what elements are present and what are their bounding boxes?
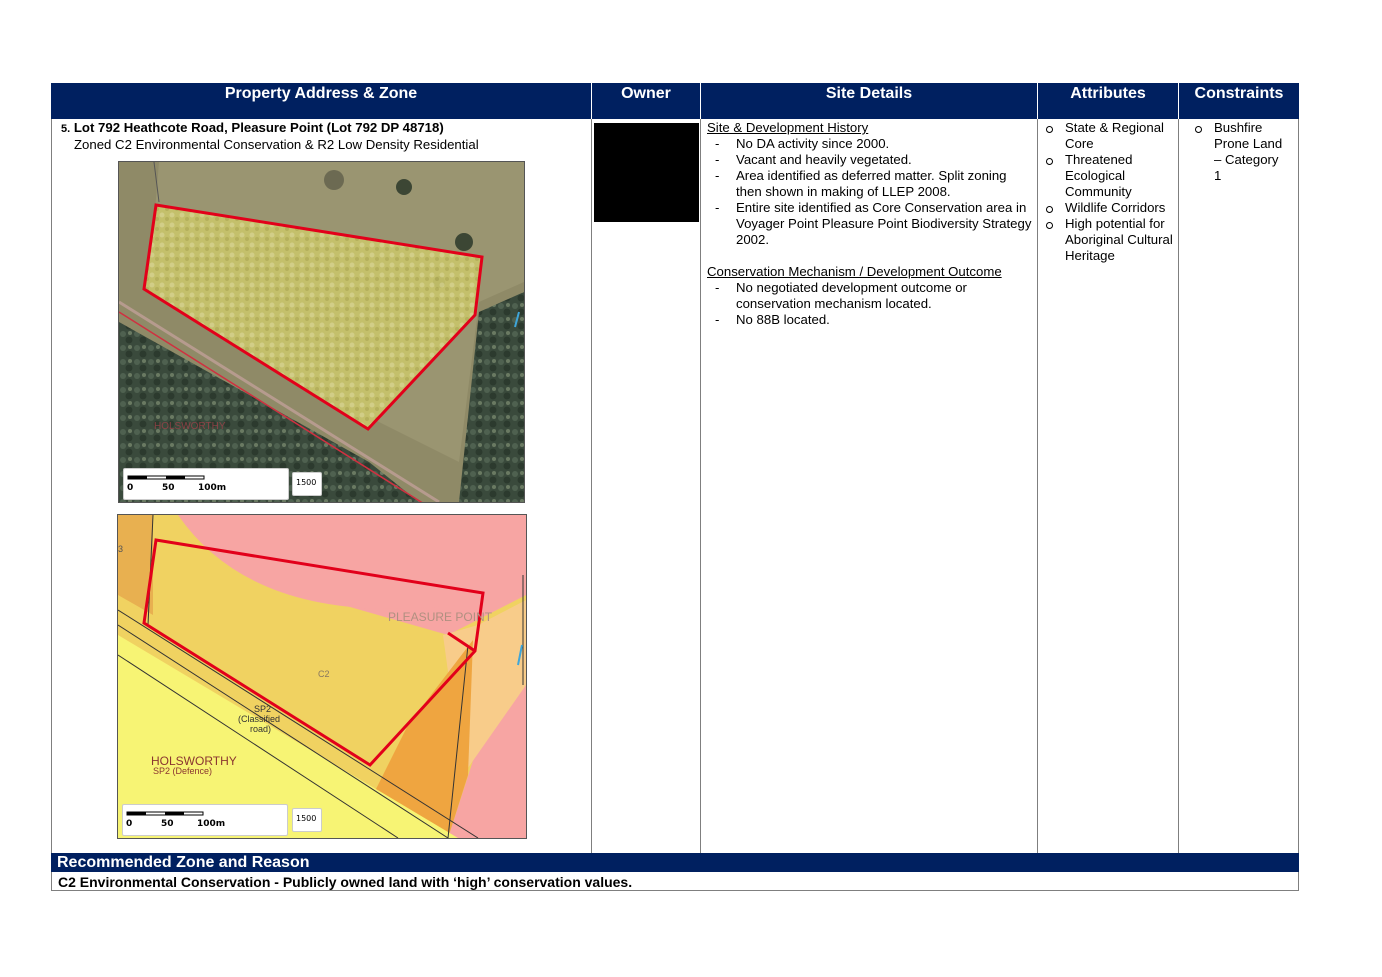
scale-end: 100m (197, 819, 226, 829)
header-owner: Owner (592, 83, 700, 119)
site-details-cell: Site & Development History No DA activit… (707, 120, 1033, 328)
scale-zero: 0 (127, 483, 134, 493)
aerial-map: HOLSWORTHY 0 50 100m 1500 (118, 161, 525, 503)
zoning-map: 3 PLEASURE POINT C2 SP2 (Classified road… (117, 514, 527, 839)
scale-end: 100m (198, 483, 227, 493)
property-title: 5. Lot 792 Heathcote Road, Pleasure Poin… (61, 120, 586, 137)
scale-bar: 0 50 100m (122, 804, 288, 836)
constraints-cell: Bushfire Prone Land – Category 1 (1192, 120, 1288, 184)
column-divider (591, 119, 592, 853)
column-divider (1037, 119, 1038, 853)
list-item: No 88B located. (707, 312, 1033, 328)
zoning-road-label-1: SP2 (254, 704, 271, 714)
recommendation-heading: Recommended Zone and Reason (51, 853, 1299, 872)
column-divider (1178, 119, 1179, 853)
owner-redacted-block (594, 123, 699, 222)
scale-bar: 0 50 100m (123, 468, 289, 500)
zoning-map-image: 3 PLEASURE POINT C2 SP2 (Classified road… (118, 515, 526, 838)
scale-badge: 1500 (292, 808, 322, 832)
attributes-list: State & Regional Core Threatened Ecologi… (1043, 120, 1175, 264)
list-item: Threatened Ecological Community (1043, 152, 1175, 200)
zoning-suburb-label: PLEASURE POINT (388, 610, 493, 624)
property-number: 5. (61, 123, 71, 135)
mechanism-list: No negotiated development outcome or con… (707, 280, 1033, 328)
scale-badge-text: 1500 (296, 814, 317, 823)
list-item: Entire site identified as Core Conservat… (707, 200, 1033, 248)
list-item: Vacant and heavily vegetated. (707, 152, 1033, 168)
column-divider (700, 119, 701, 853)
scale-badge: 1500 (292, 472, 322, 496)
zoning-suburb2-sub: SP2 (Defence) (153, 766, 212, 776)
list-item: Wildlife Corridors (1043, 200, 1175, 216)
mechanism-heading: Conservation Mechanism / Development Out… (707, 264, 1002, 279)
table-border-left (51, 119, 52, 853)
list-item: High potential for Aboriginal Cultural H… (1043, 216, 1175, 264)
table-border-right (1298, 119, 1299, 891)
zoning-zone-label: C2 (318, 669, 330, 679)
header-address: Property Address & Zone (51, 83, 591, 119)
zoning-road-label-2: (Classified (238, 714, 280, 724)
list-item: State & Regional Core (1043, 120, 1175, 152)
aerial-suburb-label: HOLSWORTHY (154, 421, 226, 432)
zoning-lot-label: 3 (118, 544, 123, 554)
zoning-road-label-3: road) (250, 724, 271, 734)
history-heading: Site & Development History (707, 120, 869, 135)
property-address-cell: 5. Lot 792 Heathcote Road, Pleasure Poin… (61, 120, 586, 153)
history-list: No DA activity since 2000. Vacant and he… (707, 136, 1033, 248)
property-title-text: Lot 792 Heathcote Road, Pleasure Point (… (73, 120, 444, 135)
scale-mid: 50 (161, 819, 174, 829)
scale-mid: 50 (162, 483, 175, 493)
constraints-list: Bushfire Prone Land – Category 1 (1192, 120, 1288, 184)
header-constraints: Constraints (1179, 83, 1299, 119)
list-item: Bushfire Prone Land – Category 1 (1192, 120, 1288, 184)
header-site-details: Site Details (701, 83, 1037, 119)
header-attributes: Attributes (1038, 83, 1178, 119)
attributes-cell: State & Regional Core Threatened Ecologi… (1043, 120, 1175, 264)
scale-badge-text: 1500 (296, 478, 317, 487)
table-border-left (51, 872, 52, 891)
aerial-map-image: HOLSWORTHY (119, 162, 524, 502)
list-item: No DA activity since 2000. (707, 136, 1033, 152)
scale-zero: 0 (126, 819, 133, 829)
list-item: No negotiated development outcome or con… (707, 280, 1033, 312)
recommendation-text: C2 Environmental Conservation - Publicly… (58, 874, 633, 890)
table-border-bottom (51, 890, 1299, 891)
property-zoning: Zoned C2 Environmental Conservation & R2… (74, 137, 479, 152)
list-item: Area identified as deferred matter. Spli… (707, 168, 1033, 200)
